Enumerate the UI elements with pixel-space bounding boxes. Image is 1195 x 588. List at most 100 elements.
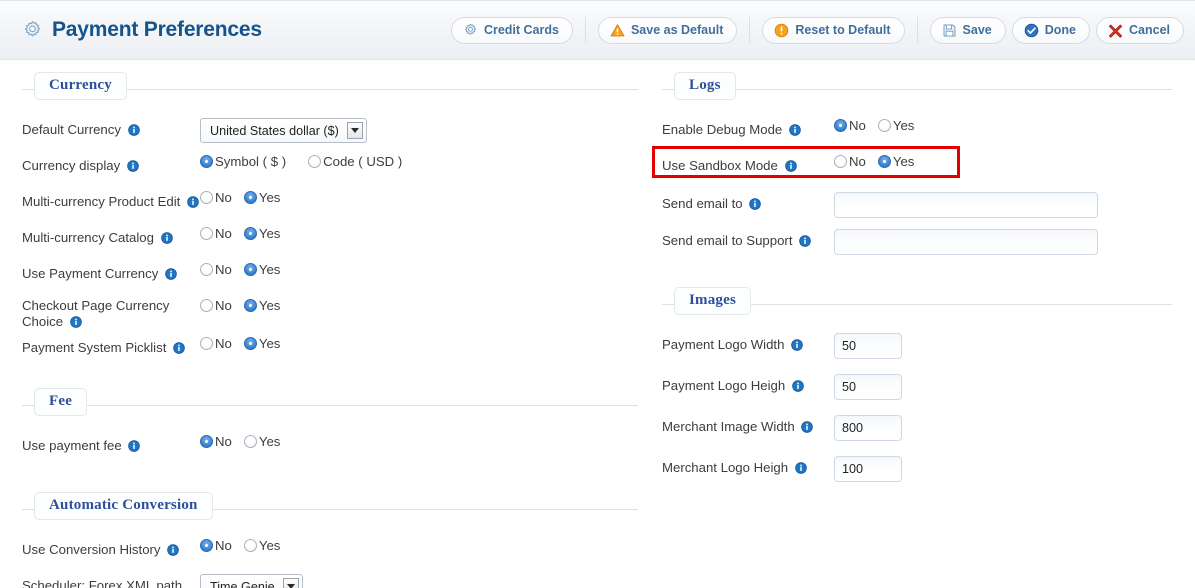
radio-dot [243,337,257,350]
radio-dot [243,191,257,204]
payment-logo-heigh-input[interactable] [834,374,902,400]
section-images-header: Images [662,287,1172,321]
info-icon[interactable] [187,196,199,208]
radio-no[interactable]: No [200,298,232,313]
payment-logo-width-input[interactable] [834,333,902,359]
cancel-button[interactable]: Cancel [1096,16,1184,44]
info-icon[interactable] [167,544,179,556]
radio-yes[interactable]: Yes [877,118,915,133]
send-email-to-support-input[interactable] [834,229,1098,255]
radio-yes[interactable]: Yes [243,298,280,313]
radio-no[interactable]: No [200,262,232,277]
radio-label: Yes [258,538,281,553]
enable-debug-mode-radiogroup: No Yes [834,118,1172,133]
info-icon[interactable] [801,421,814,433]
radio-label: No [215,538,232,553]
payment-system-picklist-radiogroup: No Yes [200,336,638,351]
row-payment-logo-heigh: Payment Logo Heigh [662,372,1172,404]
radio-yes[interactable]: Yes [243,434,281,449]
label-use-conversion-history: Use Conversion History [22,536,200,558]
info-icon[interactable] [69,316,82,328]
radio-yes[interactable]: Yes [243,336,280,351]
radio-dot [243,263,257,276]
radio-yes[interactable]: Yes [243,262,281,277]
radio-label: Yes [258,190,281,205]
section-logs-header: Logs [662,72,1172,106]
info-icon[interactable] [127,160,139,172]
radio-yes[interactable]: Yes [243,538,281,553]
radio-no[interactable]: No [200,190,232,205]
radio-label: No [849,154,866,169]
row-use-sandbox-mode: Use Sandbox Mode No Yes [652,146,1172,184]
radio-no[interactable]: No [200,434,232,449]
info-icon[interactable] [749,198,762,210]
radio-label: Yes [258,226,281,241]
save-button[interactable]: Save [929,16,1006,44]
save-as-default-label: Save as Default [630,22,724,37]
radio-yes[interactable]: Yes [243,190,281,205]
done-label: Done [1044,22,1076,37]
info-icon[interactable] [799,235,811,247]
section-automatic-conversion-header: Automatic Conversion [22,492,638,526]
radio-no[interactable]: No [834,154,866,169]
row-checkout-page-currency-choice: Checkout Page Currency Choice No Yes [22,296,638,330]
multi-currency-product-edit-radiogroup: No Yes [200,190,638,205]
info-icon[interactable] [789,124,801,136]
info-icon[interactable] [784,160,797,172]
row-send-email-to: Send email to [662,190,1172,222]
control-send-email-to [834,190,1172,218]
label-default-currency: Default Currency [22,116,200,138]
label-use-sandbox-mode: Use Sandbox Mode [662,152,834,174]
send-email-to-input[interactable] [834,192,1098,218]
radio-yes[interactable]: Yes [877,154,915,169]
radio-label: Yes [892,154,915,169]
info-icon[interactable] [128,440,141,452]
label-multi-currency-product-edit: Multi-currency Product Edit [22,188,200,210]
info-icon[interactable] [165,268,177,280]
radio-no[interactable]: No [200,226,232,241]
radio-dot [834,155,847,168]
radio-dot [200,337,213,350]
multi-currency-catalog-radiogroup: No Yes [200,226,638,241]
label-merchant-image-width: Merchant Image Width [662,413,834,435]
done-button[interactable]: Done [1011,16,1090,44]
floppy-disk-icon [942,23,957,38]
info-icon[interactable] [160,232,173,244]
radio-dot [200,539,213,552]
row-currency-display: Currency display Symbol ( $ ) Code ( USD… [22,152,638,184]
save-as-default-button[interactable]: Save as Default [597,16,738,44]
reset-to-default-button[interactable]: Reset to Default [762,16,905,44]
control-enable-debug-mode: No Yes [834,116,1172,133]
radio-label: Yes [258,262,281,277]
radio-dot [243,299,257,312]
radio-dot [200,435,213,448]
row-enable-debug-mode: Enable Debug Mode No Yes [662,116,1172,148]
radio-dot [877,119,891,132]
info-icon[interactable] [792,380,804,392]
info-icon[interactable] [791,339,803,351]
radio-label: Yes [258,434,281,449]
info-icon[interactable] [794,462,807,474]
radio-no[interactable]: No [200,538,232,553]
left-column: Currency Default Currency United States … [22,72,638,588]
section-images-title: Images [674,287,752,315]
radio-yes[interactable]: Yes [243,226,281,241]
radio-no[interactable]: No [200,336,232,351]
scheduler-forex-xml-path-select[interactable]: Time Genie [200,574,303,588]
merchant-logo-heigh-input[interactable] [834,456,902,482]
radio-currency-display-symbol[interactable]: Symbol ( $ ) [200,154,286,169]
info-icon[interactable] [173,342,185,354]
radio-dot [834,119,847,132]
label-send-email-to-support: Send email to Support [662,227,834,249]
label-enable-debug-mode: Enable Debug Mode [662,116,834,138]
default-currency-select[interactable]: United States dollar ($) [200,118,367,143]
section-fee-header: Fee [22,388,638,422]
radio-no[interactable]: No [834,118,866,133]
info-icon[interactable] [127,124,140,136]
radio-label: Yes [892,118,915,133]
credit-cards-button[interactable]: Credit Cards [450,16,573,44]
merchant-image-width-input[interactable] [834,415,902,441]
radio-currency-display-code[interactable]: Code ( USD ) [308,154,402,169]
control-use-payment-fee: No Yes [200,432,638,449]
section-currency-header: Currency [22,72,638,106]
